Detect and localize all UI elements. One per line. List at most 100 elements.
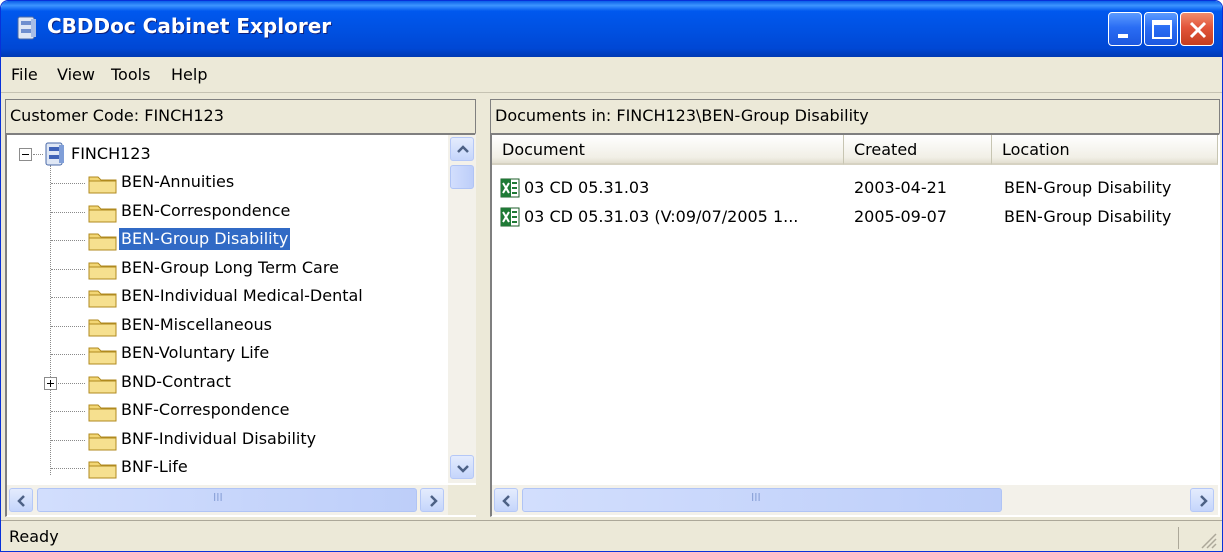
resize-grip-icon[interactable] xyxy=(1196,528,1218,550)
tree-folder-item[interactable]: BEN-Correspondence xyxy=(7,198,447,226)
column-location[interactable]: Location xyxy=(992,135,1218,165)
menu-view[interactable]: View xyxy=(57,65,95,84)
menu-tools[interactable]: Tools xyxy=(111,65,150,84)
tree-line xyxy=(51,439,85,441)
excel-file-icon xyxy=(500,178,520,198)
document-row[interactable]: 03 CD 05.31.03 2003-04-21 BEN-Group Disabi… xyxy=(492,175,1218,201)
tree-line xyxy=(51,468,85,469)
scroll-up-button[interactable] xyxy=(450,137,474,161)
scroll-corner xyxy=(448,485,476,515)
column-document-label: Document xyxy=(502,140,585,159)
tree-folder-item[interactable]: BNF-Correspondence xyxy=(7,397,447,425)
folder-icon xyxy=(87,458,119,480)
scroll-grip: III xyxy=(213,491,223,504)
documents-header: Documents in: FINCH123\BEN-Group Disabil… xyxy=(490,99,1220,133)
column-created[interactable]: Created xyxy=(844,135,992,165)
folder-tree[interactable]: FINCH123 BEN-Annuities BEN-Correspondence… xyxy=(5,133,476,517)
scroll-grip: III xyxy=(751,491,761,504)
cabinet-app-icon xyxy=(17,16,36,40)
tree-folder-label: BEN-Individual Medical-Dental xyxy=(121,286,363,305)
title-bar[interactable]: CBDDoc Cabinet Explorer xyxy=(1,1,1222,57)
tree-folder-label: BND-Contract xyxy=(121,371,231,391)
scroll-down-button[interactable] xyxy=(450,455,474,479)
window-title: CBDDoc Cabinet Explorer xyxy=(47,14,332,38)
status-text: Ready xyxy=(9,527,1179,549)
folder-icon xyxy=(87,230,119,252)
column-created-label: Created xyxy=(854,140,918,159)
tree-folder-label: BNF-Correspondence xyxy=(121,400,290,419)
customer-code-header: Customer Code: FINCH123 xyxy=(5,99,476,133)
tree-folder-label: BNF-Individual Disability xyxy=(121,428,317,448)
tree-folder-label: BNF-Life xyxy=(121,457,188,476)
tree-line xyxy=(51,325,85,327)
tree-folder-label: BEN-Miscellaneous xyxy=(121,314,272,334)
arrow-down-icon xyxy=(457,465,469,473)
scroll-left-button[interactable] xyxy=(9,488,33,512)
close-button[interactable] xyxy=(1180,12,1214,46)
tree-folder-item[interactable]: BND-Contract xyxy=(7,369,447,397)
scroll-right-button[interactable] xyxy=(1190,488,1214,512)
folder-icon xyxy=(87,373,119,395)
tree-folder-item[interactable]: BEN-Voluntary Life xyxy=(7,340,447,368)
folder-icon xyxy=(87,344,119,366)
folder-icon xyxy=(87,173,119,195)
minimize-button[interactable] xyxy=(1108,12,1142,46)
folder-icon xyxy=(87,259,119,281)
scroll-left-button[interactable] xyxy=(494,488,518,512)
maximize-button[interactable] xyxy=(1144,12,1178,46)
menu-file[interactable]: File xyxy=(11,65,38,84)
document-row[interactable]: 03 CD 05.31.03 (V:09/07/2005 1... 2005-09… xyxy=(492,204,1218,230)
document-created: 2005-09-07 xyxy=(854,207,947,226)
tree-line xyxy=(51,354,85,355)
minus-icon xyxy=(22,154,29,155)
tree-folder-item[interactable]: BNF-Life xyxy=(7,454,447,482)
maximize-icon xyxy=(1152,20,1172,39)
scroll-thumb[interactable]: III xyxy=(522,488,1002,512)
column-document[interactable]: Document xyxy=(492,135,844,165)
list-horizontal-scrollbar[interactable]: III xyxy=(492,485,1218,515)
excel-file-icon xyxy=(500,207,520,227)
arrow-left-icon xyxy=(502,495,510,507)
arrow-left-icon xyxy=(17,495,25,507)
tree-line xyxy=(51,211,85,213)
scroll-right-button[interactable] xyxy=(420,488,444,512)
tree-folder-item[interactable]: BEN-Group Long Term Care xyxy=(7,255,447,283)
tree-folder-item[interactable]: BEN-Group Disability xyxy=(7,226,447,254)
folder-icon xyxy=(87,316,119,338)
tree-folder-item[interactable]: BNF-Individual Disability xyxy=(7,426,447,454)
tree-folder-label: BEN-Correspondence xyxy=(121,200,291,220)
close-icon xyxy=(1189,21,1207,39)
scroll-thumb[interactable]: III xyxy=(37,488,417,512)
status-bar: Ready xyxy=(1,520,1222,551)
app-window: CBDDoc Cabinet Explorer File View Tools … xyxy=(0,0,1223,552)
tree-line xyxy=(51,297,85,298)
tree-line xyxy=(51,268,85,270)
tree-line xyxy=(51,183,85,184)
tree-vertical-scrollbar[interactable] xyxy=(448,135,476,483)
plus-icon xyxy=(47,379,54,387)
tree-folder-item[interactable]: BEN-Annuities xyxy=(7,169,447,197)
menu-help[interactable]: Help xyxy=(171,65,207,84)
scroll-thumb[interactable] xyxy=(450,165,474,189)
collapse-toggle[interactable] xyxy=(19,148,32,161)
cabinet-icon xyxy=(45,142,64,166)
document-list[interactable]: Document Created Location 03 CD 05.31.03… xyxy=(490,133,1220,517)
tree-folder-item[interactable]: BEN-Miscellaneous xyxy=(7,312,447,340)
tree-root[interactable]: FINCH123 xyxy=(7,141,447,169)
arrow-right-icon xyxy=(1200,495,1208,507)
tree-line xyxy=(33,154,43,155)
folder-icon xyxy=(87,430,119,452)
documents-path-label: Documents in: FINCH123\BEN-Group Disabil… xyxy=(495,106,869,125)
customer-code-label: Customer Code: FINCH123 xyxy=(10,106,224,125)
tree-folder-label: BEN-Annuities xyxy=(121,172,235,191)
tree-horizontal-scrollbar[interactable]: III xyxy=(7,485,448,515)
document-location: BEN-Group Disability xyxy=(1004,178,1172,197)
expand-toggle[interactable] xyxy=(44,376,57,390)
menu-bar: File View Tools Help xyxy=(1,57,1222,93)
document-name: 03 CD 05.31.03 xyxy=(524,178,650,197)
document-location: BEN-Group Disability xyxy=(1004,207,1172,226)
tree-folder-item[interactable]: BEN-Individual Medical-Dental xyxy=(7,283,447,311)
column-location-label: Location xyxy=(1002,140,1070,159)
document-created: 2003-04-21 xyxy=(854,178,947,197)
tree-line xyxy=(51,411,85,412)
